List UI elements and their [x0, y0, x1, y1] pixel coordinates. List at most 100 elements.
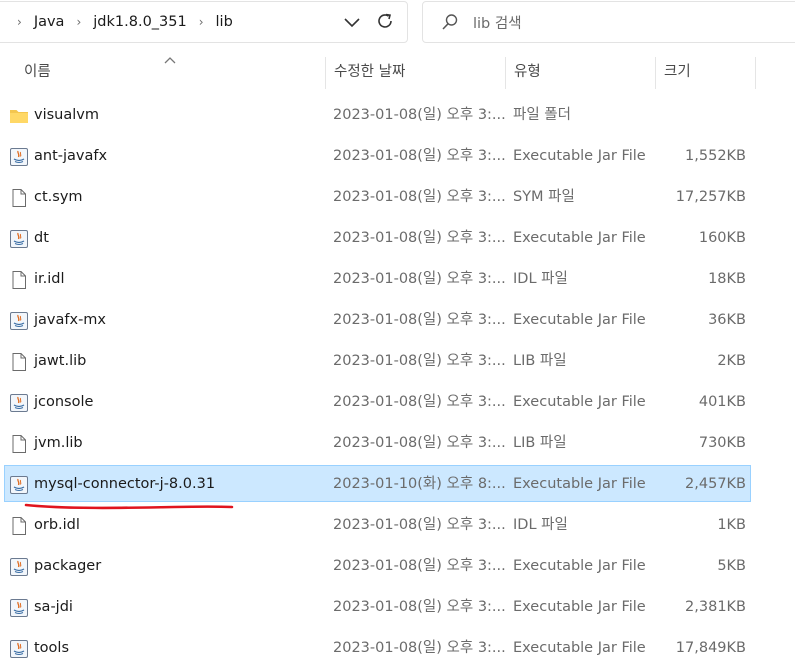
file-date: 2023-01-08(일) 오후 3:... — [333, 230, 506, 246]
file-name[interactable]: ant-javafx — [34, 136, 107, 177]
file-size: 36KB — [708, 312, 746, 328]
file-size: 2KB — [717, 353, 746, 369]
column-header: 이름 수정한 날짜 유형 크기 — [0, 55, 795, 90]
search-placeholder: lib 검색 — [473, 15, 522, 32]
file-type: IDL 파일 — [513, 271, 568, 287]
file-row[interactable]: sa-jdi 2023-01-08(일) 오후 3:... Executable J… — [0, 587, 795, 628]
file-row[interactable]: jawt.lib 2023-01-08(일) 오후 3:... LIB 파일 2KB — [0, 341, 795, 382]
column-header-name[interactable]: 이름 — [24, 55, 51, 90]
breadcrumb: › Java › jdk1.8.0_351 › lib — [5, 14, 233, 30]
file-type: Executable Jar File — [513, 476, 646, 492]
file-date: 2023-01-08(일) 오후 3:... — [333, 640, 506, 656]
file-size: 730KB — [698, 435, 746, 451]
file-date: 2023-01-08(일) 오후 3:... — [333, 353, 506, 369]
file-type: LIB 파일 — [513, 435, 567, 451]
chevron-right-icon[interactable]: › — [17, 15, 22, 29]
file-row[interactable]: dt 2023-01-08(일) 오후 3:... Executable Jar F… — [0, 218, 795, 259]
search-icon — [441, 13, 459, 31]
file-size: 18KB — [708, 271, 746, 287]
file-type: Executable Jar File — [513, 230, 646, 246]
chevron-right-icon[interactable]: › — [76, 15, 81, 29]
jar-file-icon — [9, 598, 29, 618]
file-row[interactable]: jvm.lib 2023-01-08(일) 오후 3:... LIB 파일 730KB — [0, 423, 795, 464]
file-size: 2,381KB — [685, 599, 746, 615]
file-row[interactable]: ant-javafx 2023-01-08(일) 오후 3:... Executab… — [0, 136, 795, 177]
file-date: 2023-01-08(일) 오후 3:... — [333, 435, 506, 451]
file-date: 2023-01-08(일) 오후 3:... — [333, 189, 506, 205]
file-name[interactable]: javafx-mx — [34, 300, 106, 341]
column-divider[interactable] — [325, 57, 326, 89]
red-underline-annotation — [24, 503, 234, 510]
file-row[interactable]: jconsole 2023-01-08(일) 오후 3:... Executable… — [0, 382, 795, 423]
refresh-icon[interactable] — [373, 9, 397, 33]
file-size: 17,849KB — [675, 640, 746, 656]
toolbar: › Java › jdk1.8.0_351 › lib lib 검색 — [0, 0, 795, 48]
file-name[interactable]: tools — [34, 628, 69, 669]
file-type: Executable Jar File — [513, 640, 646, 656]
file-name[interactable]: jawt.lib — [34, 341, 86, 382]
file-icon — [9, 352, 29, 372]
file-type: Executable Jar File — [513, 599, 646, 615]
column-header-type[interactable]: 유형 — [514, 55, 541, 90]
file-name[interactable]: packager — [34, 546, 101, 587]
column-header-date[interactable]: 수정한 날짜 — [334, 55, 405, 90]
file-type: Executable Jar File — [513, 148, 646, 164]
jar-file-icon — [9, 475, 29, 495]
file-name[interactable]: sa-jdi — [34, 587, 73, 628]
file-size: 401KB — [698, 394, 746, 410]
file-date: 2023-01-08(일) 오후 3:... — [333, 107, 506, 123]
file-type: 파일 폴더 — [513, 107, 571, 123]
file-name[interactable]: ct.sym — [34, 177, 83, 218]
file-size: 1,552KB — [685, 148, 746, 164]
breadcrumb-item-jdk[interactable]: jdk1.8.0_351 — [93, 14, 186, 30]
jar-file-icon — [9, 393, 29, 413]
file-row[interactable]: packager 2023-01-08(일) 오후 3:... Executable… — [0, 546, 795, 587]
file-date: 2023-01-08(일) 오후 3:... — [333, 148, 506, 164]
chevron-down-icon[interactable] — [341, 12, 363, 34]
file-date: 2023-01-08(일) 오후 3:... — [333, 558, 506, 574]
file-date: 2023-01-08(일) 오후 3:... — [333, 517, 506, 533]
address-bar[interactable]: › Java › jdk1.8.0_351 › lib — [0, 1, 408, 43]
file-name[interactable]: jconsole — [34, 382, 93, 423]
file-size: 5KB — [717, 558, 746, 574]
search-box[interactable]: lib 검색 — [422, 1, 795, 43]
file-icon — [9, 270, 29, 290]
file-type: Executable Jar File — [513, 394, 646, 410]
file-date: 2023-01-08(일) 오후 3:... — [333, 599, 506, 615]
file-icon — [9, 188, 29, 208]
file-row[interactable]: ir.idl 2023-01-08(일) 오후 3:... IDL 파일 18KB — [0, 259, 795, 300]
file-row[interactable]: javafx-mx 2023-01-08(일) 오후 3:... Executabl… — [0, 300, 795, 341]
column-header-size[interactable]: 크기 — [664, 55, 691, 90]
file-type: Executable Jar File — [513, 558, 646, 574]
file-icon — [9, 516, 29, 536]
jar-file-icon — [9, 557, 29, 577]
file-name[interactable]: jvm.lib — [34, 423, 83, 464]
file-row[interactable]: tools 2023-01-08(일) 오후 3:... Executable Ja… — [0, 628, 795, 669]
folder-icon — [9, 106, 29, 126]
file-name[interactable]: ir.idl — [34, 259, 65, 300]
file-row[interactable]: ct.sym 2023-01-08(일) 오후 3:... SYM 파일 17,257… — [0, 177, 795, 218]
jar-file-icon — [9, 311, 29, 331]
jar-file-icon — [9, 639, 29, 659]
jar-file-icon — [9, 147, 29, 167]
file-name[interactable]: visualvm — [34, 95, 99, 136]
file-name[interactable]: dt — [34, 218, 49, 259]
file-list: visualvm 2023-01-08(일) 오후 3:... 파일 폴더 ant-j… — [0, 95, 795, 669]
file-size: 2,457KB — [685, 476, 746, 492]
column-divider[interactable] — [755, 57, 756, 89]
file-date: 2023-01-08(일) 오후 3:... — [333, 394, 506, 410]
file-icon — [9, 434, 29, 454]
breadcrumb-item-java[interactable]: Java — [34, 14, 65, 30]
file-size: 1KB — [717, 517, 746, 533]
file-date: 2023-01-08(일) 오후 3:... — [333, 312, 506, 328]
chevron-right-icon[interactable]: › — [199, 15, 204, 29]
column-divider[interactable] — [505, 57, 506, 89]
file-type: IDL 파일 — [513, 517, 568, 533]
file-size: 160KB — [698, 230, 746, 246]
file-row[interactable]: visualvm 2023-01-08(일) 오후 3:... 파일 폴더 — [0, 95, 795, 136]
jar-file-icon — [9, 229, 29, 249]
breadcrumb-item-lib[interactable]: lib — [216, 14, 233, 30]
file-type: LIB 파일 — [513, 353, 567, 369]
file-type: SYM 파일 — [513, 189, 575, 205]
column-divider[interactable] — [655, 57, 656, 89]
